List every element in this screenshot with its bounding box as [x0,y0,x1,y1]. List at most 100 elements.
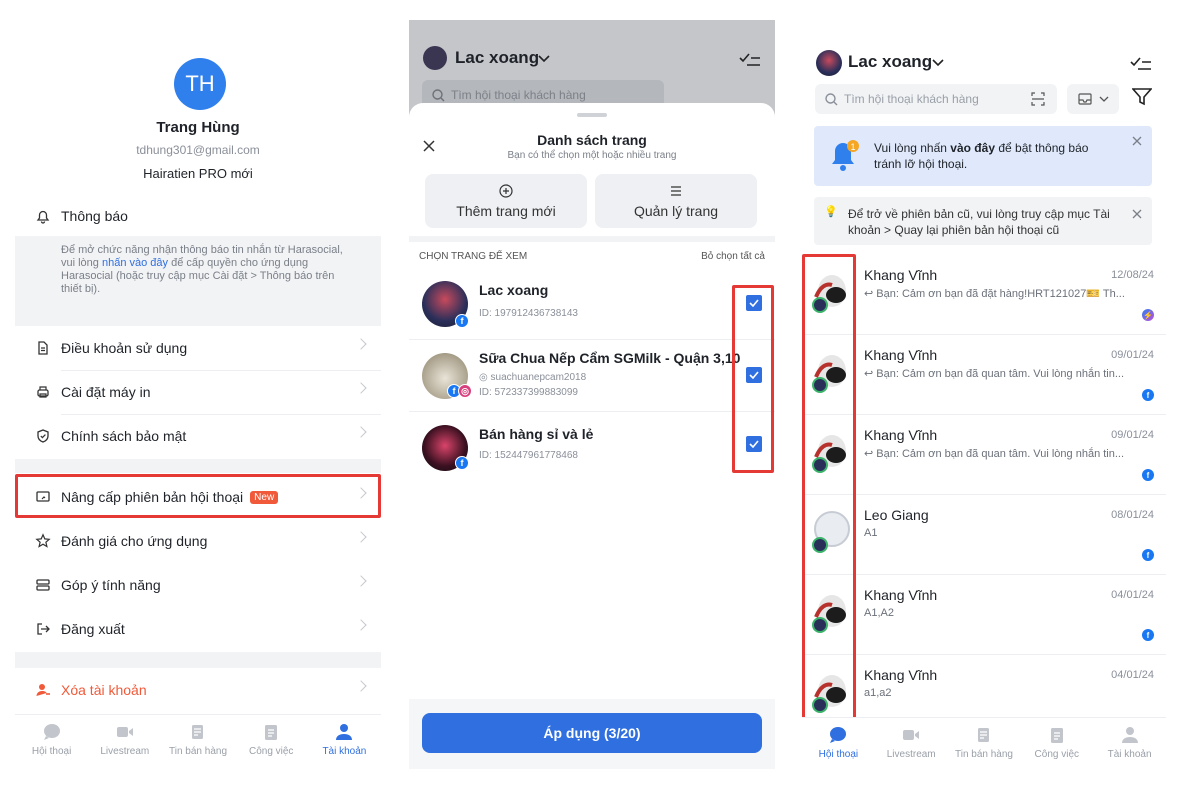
conversation-preview: ↩ Bạn: Cảm ơn bạn đã đặt hàng!HRT121027🎫… [864,287,1154,300]
chevron-right-icon [355,575,367,587]
tab-sales-news[interactable]: Tin bán hàng [948,718,1021,777]
page-list-item[interactable]: f Lac xoang ID: 197912436738143 [409,268,775,340]
search-input[interactable]: Tìm hội thoại khách hàng [815,84,1057,114]
conversation-date: 04/01/24 [1111,589,1154,601]
reply-icon: ↩ [864,288,877,300]
checklist-icon[interactable] [739,50,761,68]
page-chooser-panel: Lac xoang Tìm hội thoại khách hàng Danh … [409,0,775,788]
tab-tasks[interactable]: Công việc [235,715,308,774]
manage-pages-button[interactable]: Quản lý trang [595,174,757,228]
chevron-right-icon [355,426,367,438]
page-id: ID: 572337399883099 [479,387,578,398]
printer-row[interactable]: Cài đặt máy in [15,370,381,414]
avatar: TH [174,58,226,110]
notification-banner[interactable]: 1 Vui lòng nhấn vào đây để bật thông báo… [814,126,1152,186]
section-gap [15,652,381,668]
bottom-tab-bar: Hội thoại Livestream Tin bán hàng Công v… [15,714,381,774]
logout-icon [29,619,57,639]
header-page-name[interactable]: Lac xoang [455,48,539,68]
page-id: ID: 197912436738143 [479,308,578,319]
tab-label: Tài khoản [322,746,367,757]
sheet-subtitle: Bạn có thể chọn một hoặc nhiều trang [507,150,677,161]
conversation-item[interactable]: Khang Vĩnh 12/08/24 ↩ Bạn: Cảm ơn bạn đã… [802,255,1166,335]
feedback-icon [29,575,57,595]
privacy-label: Chính sách bảo mật [61,428,187,444]
page-list-item[interactable]: f Bán hàng sỉ và lẻ ID: 152447961778468 [409,412,775,484]
tab-livestream[interactable]: Livestream [88,715,161,774]
rate-row[interactable]: Đánh giá cho ứng dụng [15,519,381,563]
scan-icon[interactable] [1031,92,1045,106]
close-icon[interactable] [1132,209,1142,219]
chevron-down-icon [932,59,944,67]
old-version-banner[interactable]: 💡 Để trở về phiên bản cũ, vui lòng truy … [814,197,1152,245]
tab-account[interactable]: Tài khoản [1093,718,1166,777]
chevron-right-icon [355,619,367,631]
instagram-handle-text: suachuanepcam2018 [490,372,587,383]
conversation-item[interactable]: Leo Giang 08/01/24 A1 f [802,495,1166,575]
notifications-row[interactable]: Thông báo [15,194,381,238]
page-id: ID: 152447961778468 [479,450,578,461]
banner-link[interactable]: vào đây [950,141,995,155]
reply-icon: ↩ [864,368,877,380]
page-name: Lac xoang [479,282,549,298]
tab-conversations[interactable]: Hội thoại [802,718,875,777]
page-list-item[interactable]: f ◎ Sữa Chua Nếp Cẩm SGMilk - Quận 3,10 … [409,340,775,412]
tab-label: Công việc [1034,749,1080,760]
conversation-name: Khang Vĩnh [864,427,938,443]
manage-pages-label: Quản lý trang [633,202,719,219]
sheet-title: Danh sách trang [537,132,647,148]
user-remove-icon [29,680,57,700]
page-name: Sữa Chua Nếp Cẩm SGMilk - Quận 3,10 [479,350,741,366]
user-icon [336,724,353,740]
conversation-date: 12/08/24 [1111,269,1154,281]
messenger-icon: ⚡ [1142,309,1154,321]
tab-label: Tin bán hàng [954,749,1013,760]
shield-icon [29,426,57,446]
tab-account[interactable]: Tài khoản [308,715,381,774]
inbox-filter-dropdown[interactable] [1067,84,1119,114]
tab-sales-news[interactable]: Tin bán hàng [161,715,234,774]
close-icon[interactable] [1132,136,1142,146]
bell-icon [29,206,57,226]
conversation-item[interactable]: Khang Vĩnh 04/01/24 A1,A2 f [802,575,1166,655]
tab-conversations[interactable]: Hội thoại [15,715,88,774]
inbox-icon [1078,93,1092,105]
facebook-icon: f [455,314,469,328]
logout-row[interactable]: Đăng xuất [15,607,381,651]
tab-livestream[interactable]: Livestream [875,718,948,777]
filter-icon[interactable] [1132,88,1152,106]
bottom-tab-bar: Hội thoại Livestream Tin bán hàng Công v… [802,717,1166,777]
svg-text:1: 1 [850,142,855,152]
deselect-all-button[interactable]: Bỏ chọn tất cả [701,251,765,262]
notice-link[interactable]: nhấn vào đây [102,257,168,269]
tab-label: Hội thoại [31,746,72,757]
chat-icon [43,724,60,740]
apply-button[interactable]: Áp dụng (3/20) [422,713,762,753]
conversation-date: 08/01/24 [1111,509,1154,521]
drag-handle[interactable] [577,113,607,117]
delete-account-label: Xóa tài khoản [61,682,147,698]
tab-tasks[interactable]: Công việc [1020,718,1093,777]
account-panel: TH Trang Hùng tdhung301@gmail.com Hairat… [15,0,381,788]
tab-label: Tin bán hàng [169,746,228,757]
add-page-button[interactable]: Thêm trang mới [425,174,587,228]
bell-icon: 1 [832,140,859,171]
choose-page-label: CHỌN TRANG ĐỂ XEM [419,251,528,262]
conversation-item[interactable]: Khang Vĩnh 09/01/24 ↩ Bạn: Cảm ơn bạn đã… [802,335,1166,415]
header-page-name[interactable]: Lac xoang [848,52,932,72]
list-icon [671,185,681,196]
plus-circle-icon [499,183,513,198]
terms-row[interactable]: Điều khoản sử dụng [15,326,381,370]
document-icon [29,338,57,358]
conversation-name: Khang Vĩnh [864,667,938,683]
checklist-icon[interactable] [1130,54,1152,72]
conversation-preview: A1 [864,527,878,539]
privacy-row[interactable]: Chính sách bảo mật [15,414,381,458]
conversation-item[interactable]: Khang Vĩnh 09/01/24 ↩ Bạn: Cảm ơn bạn đã… [802,415,1166,495]
feedback-row[interactable]: Góp ý tính năng [15,563,381,607]
user-name: Trang Hùng [156,119,240,136]
chevron-right-icon [355,338,367,350]
tab-label: Tài khoản [1107,749,1152,760]
delete-account-row[interactable]: Xóa tài khoản [15,668,381,712]
video-icon [903,730,920,740]
